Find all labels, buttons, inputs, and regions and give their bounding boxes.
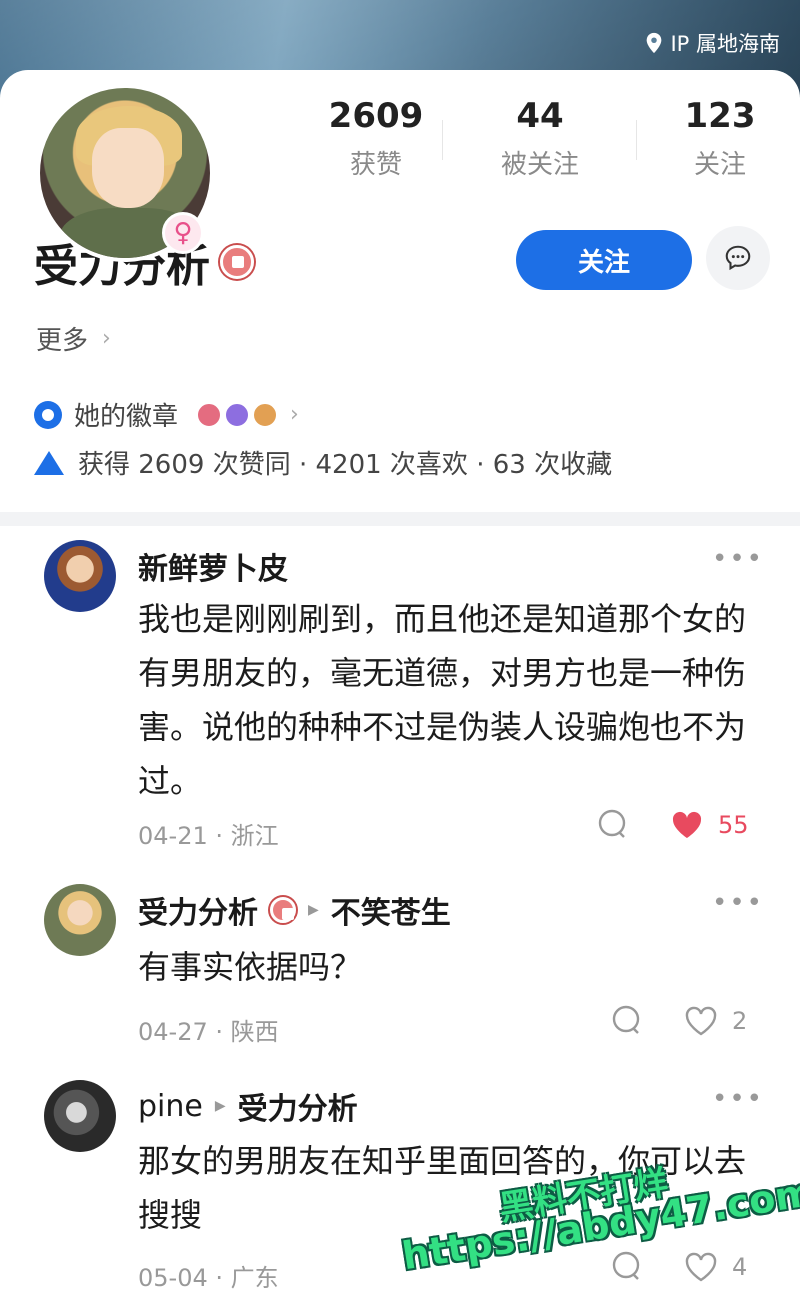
comment-text: 有事实依据吗？ — [138, 948, 363, 986]
stat-likes[interactable]: 2609 获赞 — [306, 96, 446, 181]
comment-date: 04-21 — [138, 822, 208, 850]
message-button[interactable] — [706, 226, 770, 290]
stat-following[interactable]: 123 关注 — [660, 96, 780, 181]
commenter-avatar[interactable] — [44, 540, 116, 612]
comment-actions: 2 — [610, 1004, 747, 1038]
like-count: 4 — [732, 1253, 748, 1281]
reply-to-username[interactable]: 不笑苍生 — [331, 888, 451, 932]
comment-meta: 05-04 · 广东 — [138, 1264, 279, 1292]
like-count: 55 — [718, 811, 749, 839]
reply-bubble-icon — [612, 1251, 640, 1280]
commenter-avatar[interactable] — [44, 884, 116, 956]
reply-button[interactable] — [596, 808, 630, 842]
badges-row[interactable]: 她的徽章 › — [34, 396, 299, 433]
reply-bubble-icon — [598, 809, 626, 838]
stat-followers-value: 44 — [516, 96, 564, 136]
level-badge-icon[interactable] — [220, 245, 254, 279]
follow-button[interactable]: 关注 — [516, 230, 692, 290]
comment-location: 陕西 — [230, 1018, 279, 1046]
thumbs-up-badge-icon — [196, 401, 223, 428]
ip-location-text: IP 属地海南 — [670, 32, 780, 56]
reply-arrow-icon: ▶ — [214, 1098, 226, 1114]
badges-label: 她的徽章 — [74, 402, 179, 432]
heart-outline-icon — [685, 1252, 717, 1282]
profile-card: ♀ 2609 获赞 44 被关注 123 关注 受力分析 关注 更多 › 她的徽… — [0, 70, 800, 510]
comment-username[interactable]: 新鲜萝卜皮 — [138, 544, 288, 588]
more-label: 更多 — [36, 326, 89, 356]
stat-likes-label: 获赞 — [349, 150, 402, 180]
stat-following-value: 123 — [684, 96, 756, 136]
more-options-icon[interactable]: ••• — [712, 1084, 764, 1114]
achievement-summary: 获得 2609 次赞同 · 4201 次喜欢 · 63 次收藏 — [34, 444, 612, 481]
section-divider — [0, 512, 800, 526]
more-options-icon[interactable]: ••• — [712, 544, 764, 574]
comment-meta: 04-21 · 浙江 — [138, 822, 279, 850]
comment-location: 广东 — [230, 1264, 279, 1292]
like-button[interactable]: 2 — [684, 1004, 747, 1038]
comment-date: 05-04 — [138, 1264, 208, 1292]
stat-followers[interactable]: 44 被关注 — [470, 96, 610, 181]
reply-arrow-icon: ▶ — [308, 902, 319, 918]
like-button[interactable]: 55 — [670, 808, 749, 842]
comment-actions: 4 — [610, 1250, 747, 1284]
comment-location: 浙江 — [230, 822, 279, 850]
comment-username-text: 新鲜萝卜皮 — [138, 552, 288, 587]
comment-meta: 04-27 · 陕西 — [138, 1018, 279, 1046]
reply-button[interactable] — [610, 1004, 644, 1038]
medal-icon — [34, 400, 62, 429]
achievement-text: 获得 2609 次赞同 · 4201 次喜欢 · 63 次收藏 — [78, 450, 613, 480]
commenter-avatar[interactable] — [44, 1080, 116, 1152]
location-pin-icon — [647, 32, 662, 54]
comment-date: 04-27 — [138, 1018, 208, 1046]
heart-outline-icon — [685, 1006, 717, 1036]
reply-button[interactable] — [610, 1250, 644, 1284]
comment-username-text: 受力分析 — [138, 896, 258, 931]
comment-username[interactable]: pine ▶ 受力分析 — [138, 1084, 358, 1128]
comment-username[interactable]: 受力分析 ▶ 不笑苍生 — [138, 888, 451, 932]
comment-actions: 55 — [596, 808, 749, 842]
stat-followers-label: 被关注 — [500, 150, 579, 180]
more-options-icon[interactable]: ••• — [712, 888, 764, 918]
chat-bubble-icon — [725, 245, 751, 271]
like-count: 2 — [732, 1007, 748, 1035]
level-badge-icon — [270, 897, 296, 923]
chevron-right-icon: › — [290, 402, 299, 427]
stat-likes-value: 2609 — [328, 96, 424, 136]
stat-divider — [636, 120, 637, 160]
reply-to-username[interactable]: 受力分析 — [238, 1084, 358, 1128]
female-gender-icon: ♀ — [162, 212, 204, 254]
more-link[interactable]: 更多 › — [36, 320, 111, 357]
user-badge-icon — [252, 401, 279, 428]
pen-badge-icon — [224, 401, 251, 428]
reply-bubble-icon — [612, 1005, 640, 1034]
like-button[interactable]: 4 — [684, 1250, 747, 1284]
stat-following-label: 关注 — [693, 150, 746, 180]
chevron-right-icon: › — [102, 326, 111, 351]
comment-text: 我也是刚刚刷到，而且他还是知道那个女的有男朋友的，毫无道德，对男方也是一种伤害。… — [138, 600, 747, 800]
comment-username-text: pine — [138, 1088, 203, 1124]
ip-location: IP 属地海南 — [644, 28, 780, 58]
stat-divider — [442, 120, 443, 160]
triangle-icon — [34, 450, 64, 475]
heart-filled-icon — [672, 811, 702, 838]
